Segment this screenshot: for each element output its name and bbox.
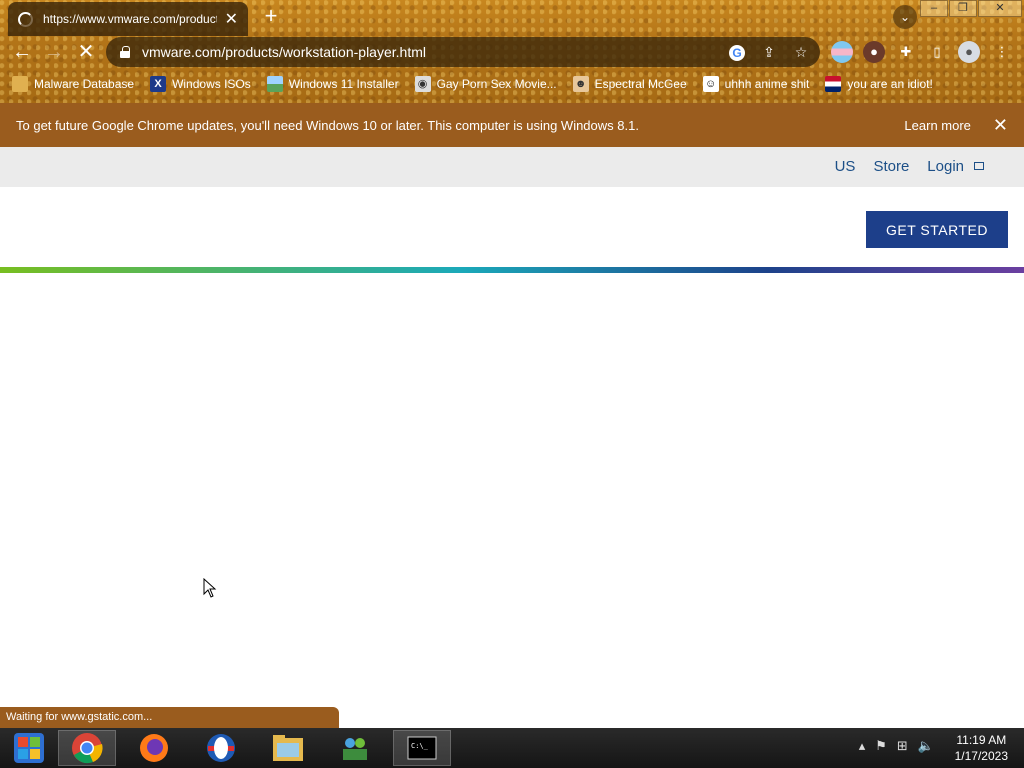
volume-icon[interactable]: 🔈	[918, 738, 934, 754]
bookmark-windows-isos[interactable]: X Windows ISOs	[150, 76, 251, 92]
login-icon	[974, 162, 984, 170]
infobar-message: To get future Google Chrome updates, you…	[16, 117, 639, 133]
x-logo-icon: X	[150, 76, 167, 92]
share-icon[interactable]: ⇪	[756, 41, 782, 63]
side-panel-icon[interactable]: ▯	[926, 41, 948, 63]
folder-icon	[12, 76, 28, 92]
window-controls: – ❐ ✕	[919, 0, 1022, 17]
google-lens-icon[interactable]: G	[724, 41, 750, 63]
folder-icon	[273, 735, 303, 761]
extensions-puzzle-icon[interactable]: ✚	[895, 41, 917, 63]
address-bar[interactable]: vmware.com/products/workstation-player.h…	[106, 37, 820, 67]
opera-icon	[207, 734, 235, 762]
flag-icon	[825, 76, 842, 92]
infobar-close-icon[interactable]: ✕	[993, 115, 1008, 136]
region-link[interactable]: US	[835, 158, 856, 175]
tab-search-icon[interactable]: ⌄	[893, 5, 917, 29]
loading-spinner-icon	[18, 11, 33, 27]
taskbar-opera[interactable]	[192, 730, 250, 766]
tab-close-icon[interactable]: ✕	[225, 9, 238, 29]
chrome-icon	[72, 733, 103, 764]
bookmark-anime[interactable]: ☺ uhhh anime shit	[702, 76, 809, 92]
clock-time: 11:19 AM	[956, 733, 1007, 747]
restore-icon[interactable]: ❐	[949, 0, 977, 17]
bookmarks-bar: Malware Database X Windows ISOs Windows …	[0, 72, 1024, 96]
network-icon[interactable]: ⊞	[897, 738, 908, 754]
extension-avatar-icon[interactable]: ●	[863, 41, 885, 63]
bookmark-you-are-an-idiot[interactable]: you are an idiot!	[825, 76, 933, 92]
get-started-button[interactable]: GET STARTED	[866, 211, 1008, 248]
svg-text:C:\_: C:\_	[411, 742, 429, 750]
bookmark-malware-database[interactable]: Malware Database	[12, 76, 134, 92]
avatar-icon: ☻	[572, 76, 589, 92]
site-header: GET STARTED	[0, 187, 1024, 267]
bookmark-espectral-mcgee[interactable]: ☻ Espectral McGee	[572, 76, 687, 92]
anime-icon: ☺	[702, 76, 719, 92]
extension-flag-icon[interactable]	[831, 41, 853, 63]
taskbar-chrome[interactable]	[58, 730, 116, 766]
forward-arrow-icon[interactable]: →	[42, 40, 66, 64]
menu-kebab-icon[interactable]: ⋮	[991, 41, 1013, 63]
taskbar-command-prompt[interactable]: C:\_	[393, 730, 451, 766]
firefox-icon	[140, 734, 168, 762]
taskbar-firefox[interactable]	[125, 730, 183, 766]
bookmark-star-icon[interactable]: ☆	[788, 41, 814, 63]
start-button[interactable]	[0, 730, 58, 766]
mouse-cursor-icon	[203, 578, 217, 598]
lock-icon[interactable]	[120, 46, 130, 58]
learn-more-link[interactable]: Learn more	[904, 118, 970, 133]
update-infobar: To get future Google Chrome updates, you…	[0, 103, 1024, 147]
browser-frame: https://www.vmware.com/products/workstat…	[0, 0, 1024, 103]
command-prompt-icon: C:\_	[407, 736, 437, 760]
status-bubble: Waiting for www.gstatic.com...	[0, 707, 339, 728]
action-center-flag-icon[interactable]: ⚑	[875, 738, 887, 754]
profile-avatar-icon[interactable]: ●	[958, 41, 980, 63]
close-window-icon[interactable]: ✕	[978, 0, 1022, 17]
show-hidden-icons-icon[interactable]: ▴	[859, 738, 866, 754]
image-icon	[266, 76, 283, 92]
network-people-icon	[343, 738, 367, 760]
browser-tab[interactable]: https://www.vmware.com/products/workstat…	[8, 2, 248, 36]
back-arrow-icon[interactable]: ←	[10, 40, 34, 64]
bookmark-windows-11-installer[interactable]: Windows 11 Installer	[266, 76, 399, 92]
url-text[interactable]: vmware.com/products/workstation-player.h…	[142, 44, 724, 60]
start-orb-icon	[14, 733, 44, 763]
stop-loading-icon[interactable]: ✕	[74, 40, 98, 64]
system-tray: ▴ ⚑ ⊞ 🔈	[859, 738, 934, 754]
header-gradient-divider	[0, 267, 1024, 273]
clock-date: 1/17/2023	[954, 749, 1008, 763]
taskbar-network-app[interactable]	[326, 730, 384, 766]
taskbar: C:\_ ▴ ⚑ ⊞ 🔈 11:19 AM 1/17/2023	[0, 728, 1024, 768]
store-link[interactable]: Store	[873, 158, 909, 175]
tab-title: https://www.vmware.com/products/workstat…	[43, 12, 217, 26]
taskbar-file-explorer[interactable]	[259, 730, 317, 766]
login-link[interactable]: Login	[927, 158, 984, 175]
taskbar-clock[interactable]: 11:19 AM 1/17/2023	[955, 732, 1008, 764]
site-icon: ◉	[414, 76, 431, 92]
bookmark-site[interactable]: ◉ Gay Porn Sex Movie...	[414, 76, 557, 92]
site-utility-bar: US Store Login	[0, 147, 1024, 187]
new-tab-button[interactable]: +	[260, 5, 282, 27]
minimize-icon[interactable]: –	[920, 0, 948, 17]
